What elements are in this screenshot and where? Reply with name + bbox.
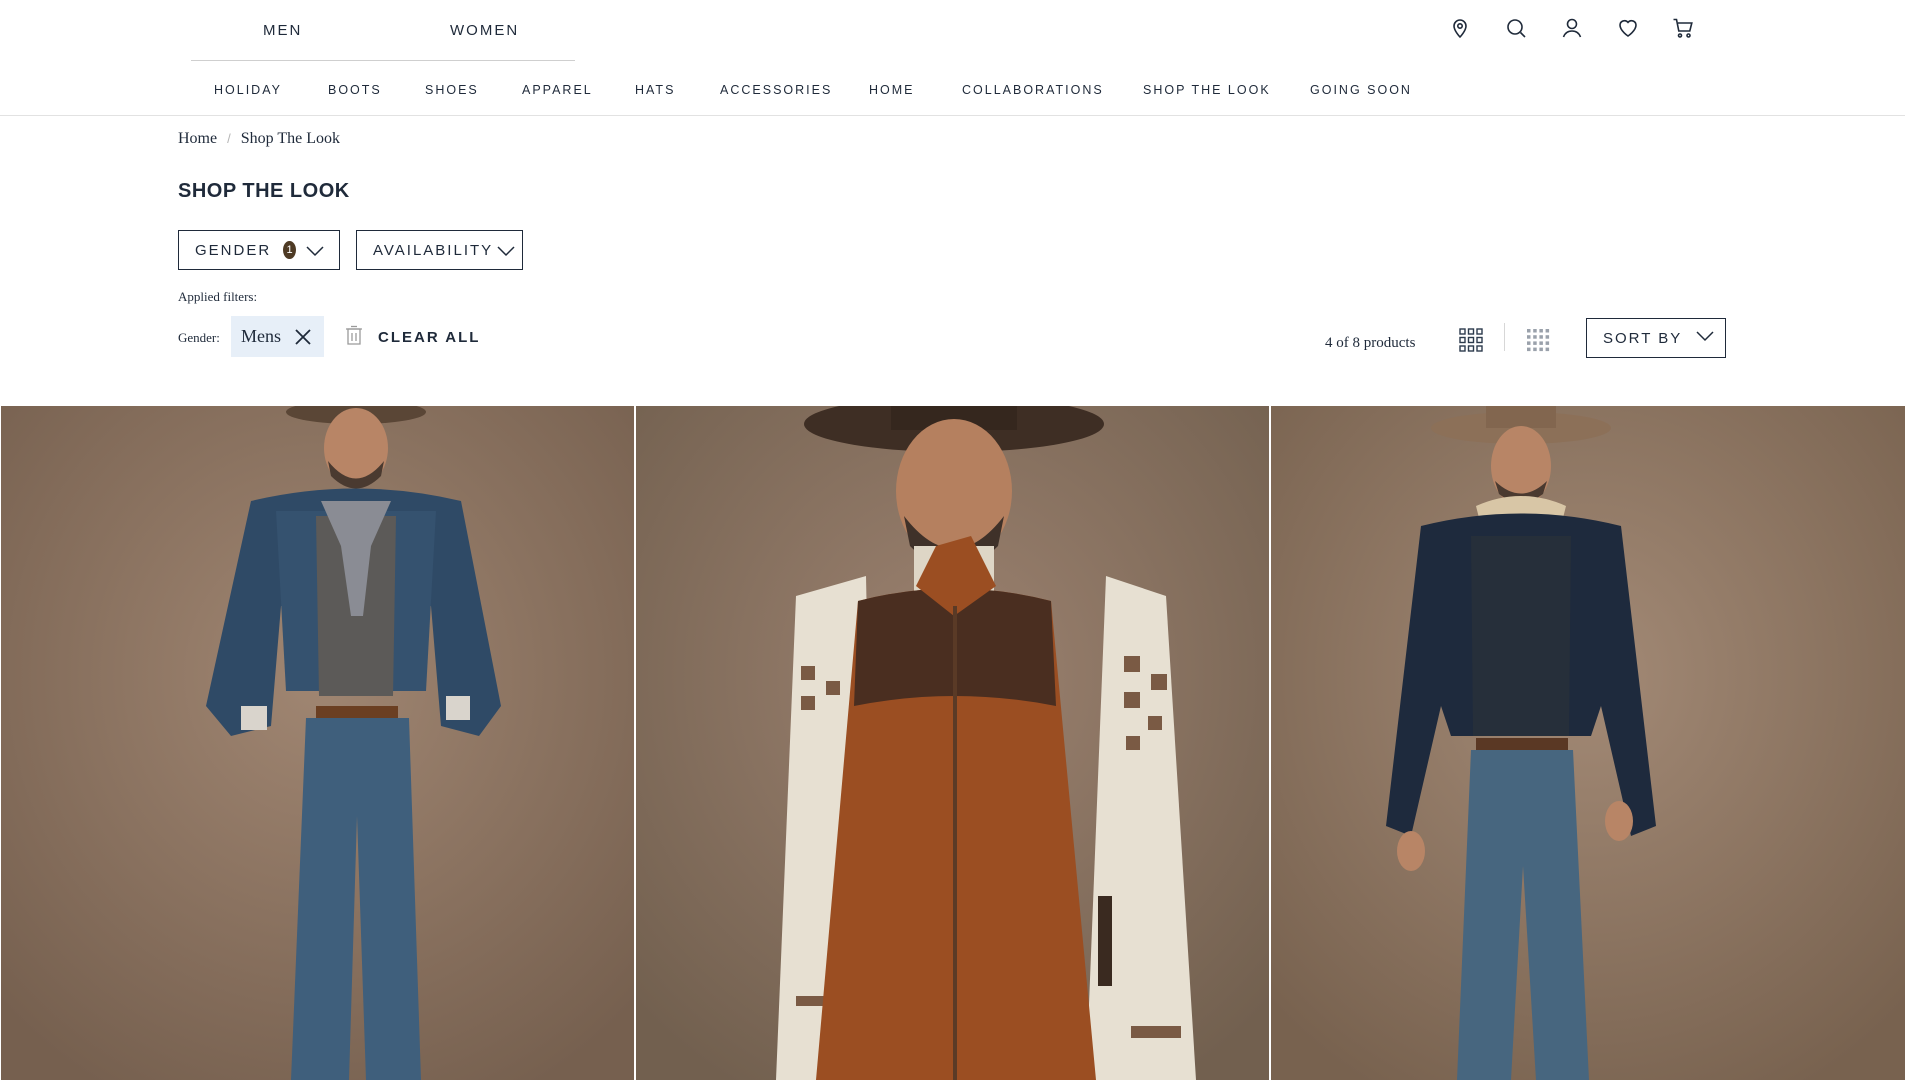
breadcrumb-home[interactable]: Home [178, 130, 217, 147]
nav-item-boots[interactable]: BOOTS [328, 83, 382, 97]
product-count: 4 of 8 products [1325, 335, 1416, 351]
applied-filter-chip-mens[interactable]: Mens [231, 316, 324, 357]
chip-label: Mens [241, 326, 281, 346]
chevron-down-icon [306, 244, 324, 257]
nav-item-apparel[interactable]: APPAREL [522, 83, 593, 97]
applied-gender-label: Gender: [178, 330, 220, 345]
clear-all-label: CLEAR ALL [378, 328, 481, 346]
trash-icon [344, 324, 364, 351]
breadcrumb-separator: / [227, 131, 231, 146]
nav-item-holiday[interactable]: HOLIDAY [214, 83, 282, 97]
breadcrumb: Home / Shop The Look [178, 130, 340, 148]
nav-item-collaborations[interactable]: COLLABORATIONS [962, 83, 1104, 97]
product-image-suede-vest[interactable] [636, 406, 1269, 1080]
location-pin-icon[interactable] [1448, 16, 1476, 44]
product-grid [0, 406, 1905, 1080]
grid-4-icon[interactable] [1525, 327, 1551, 353]
nav-item-hats[interactable]: HATS [635, 83, 675, 97]
close-icon[interactable] [294, 328, 312, 346]
search-icon[interactable] [1504, 16, 1532, 44]
gender-filter-count-badge: 1 [283, 241, 296, 259]
breadcrumb-current: Shop The Look [240, 130, 340, 147]
site-header: MEN WOMEN HOLIDAY BOOTS SHOES APPAREL HA… [0, 0, 1905, 116]
availability-filter-label: AVAILABILITY [373, 241, 494, 259]
clear-all-button[interactable]: CLEAR ALL [344, 324, 480, 350]
chevron-down-icon [497, 244, 515, 257]
nav-item-home[interactable]: HOME [869, 83, 915, 97]
chevron-down-icon [1696, 329, 1714, 347]
grid-3-icon[interactable] [1458, 327, 1484, 353]
availability-filter-button[interactable]: AVAILABILITY [356, 230, 523, 270]
sort-by-button[interactable]: SORT BY [1586, 318, 1726, 358]
cart-icon[interactable] [1671, 16, 1699, 44]
applied-filters-label: Applied filters: [178, 289, 258, 304]
nav-item-going-soon[interactable]: GOING SOON [1310, 83, 1412, 97]
product-image-denim-jacket[interactable] [1, 406, 634, 1080]
wishlist-heart-icon[interactable] [1616, 16, 1644, 44]
nav-item-shop-the-look[interactable]: SHOP THE LOOK [1143, 83, 1271, 97]
gender-filter-label: GENDER [195, 241, 272, 259]
page-title: SHOP THE LOOK [178, 180, 350, 202]
tab-men[interactable]: MEN [263, 22, 302, 39]
gender-tabs: MEN WOMEN [191, 0, 575, 61]
sort-by-label: SORT BY [1603, 329, 1683, 347]
tab-women[interactable]: WOMEN [450, 22, 519, 39]
gender-filter-button[interactable]: GENDER 1 [178, 230, 340, 270]
grid-view-divider [1504, 323, 1505, 351]
account-icon[interactable] [1560, 16, 1588, 44]
product-image-sherpa-jacket[interactable] [1271, 406, 1905, 1080]
nav-item-accessories[interactable]: ACCESSORIES [720, 83, 832, 97]
nav-item-shoes[interactable]: SHOES [425, 83, 479, 97]
